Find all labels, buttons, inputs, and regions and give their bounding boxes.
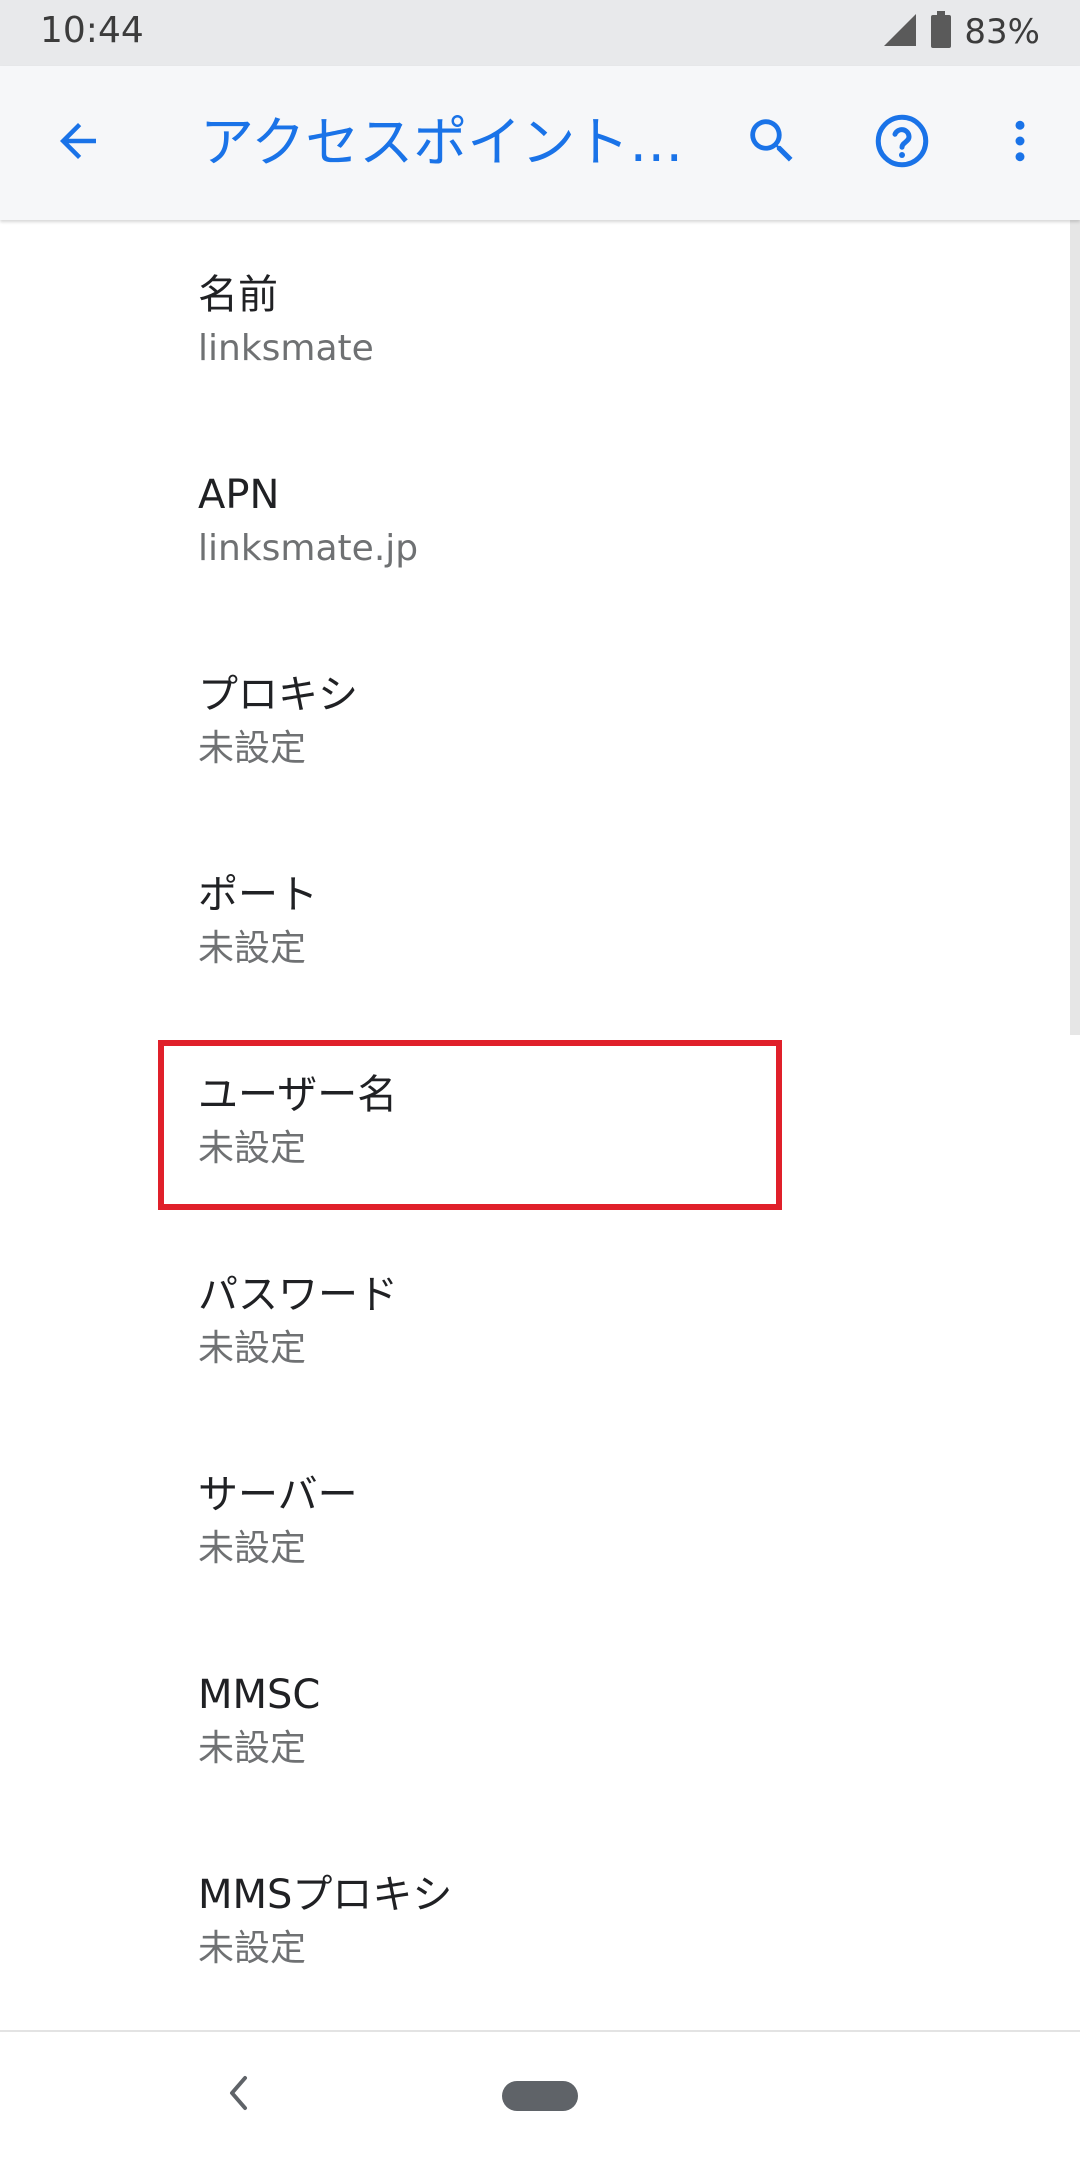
setting-title: 名前 [198,272,278,318]
setting-apn[interactable]: APN linksmate.jp [0,420,1080,620]
setting-summary: 未設定 [198,928,307,969]
nav-back-icon [227,2075,249,2115]
scrollbar[interactable] [1070,220,1080,1035]
setting-port[interactable]: ポート 未設定 [0,820,1080,1020]
back-button[interactable] [36,101,120,185]
setting-summary: linksmate [198,328,374,369]
setting-summary: 未設定 [198,1328,307,1369]
more-vert-icon [993,114,1047,172]
search-button[interactable] [730,101,814,185]
setting-summary: 未設定 [198,728,307,769]
setting-title: サーバー [198,1472,358,1518]
setting-mms-proxy[interactable]: MMSプロキシ 未設定 [0,1820,1080,2020]
setting-server[interactable]: サーバー 未設定 [0,1420,1080,1620]
setting-summary: 未設定 [198,1728,307,1769]
help-icon [872,111,932,175]
setting-title: MMSC [198,1672,321,1718]
app-bar: アクセスポイント… [0,66,1080,220]
search-icon [743,112,801,174]
more-options-button[interactable] [978,101,1062,185]
back-arrow-icon [51,114,105,172]
setting-summary: 未設定 [198,1928,307,1969]
setting-title: MMSプロキシ [198,1872,453,1918]
setting-summary: 未設定 [198,1528,307,1569]
setting-title: パスワード [198,1272,398,1318]
battery-percentage: 83% [964,12,1040,52]
status-time: 10:44 [40,10,144,51]
setting-title: プロキシ [198,672,358,718]
highlight-box-username [158,1040,782,1210]
setting-proxy[interactable]: プロキシ 未設定 [0,620,1080,820]
signal-icon [882,12,918,52]
nav-back-button[interactable] [218,2070,258,2120]
nav-home-pill-icon[interactable] [502,2081,578,2111]
page-title: アクセスポイント… [200,111,680,174]
help-button[interactable] [860,101,944,185]
status-bar: 10:44 83% [0,0,1080,66]
setting-title: APN [198,472,280,518]
navigation-bar [0,2030,1080,2162]
battery-icon [930,11,952,53]
setting-mmsc[interactable]: MMSC 未設定 [0,1620,1080,1820]
setting-name[interactable]: 名前 linksmate [0,220,1080,420]
setting-password[interactable]: パスワード 未設定 [0,1220,1080,1420]
setting-summary: linksmate.jp [198,528,419,569]
status-icons: 83% [882,11,1040,53]
setting-title: ポート [198,872,318,918]
